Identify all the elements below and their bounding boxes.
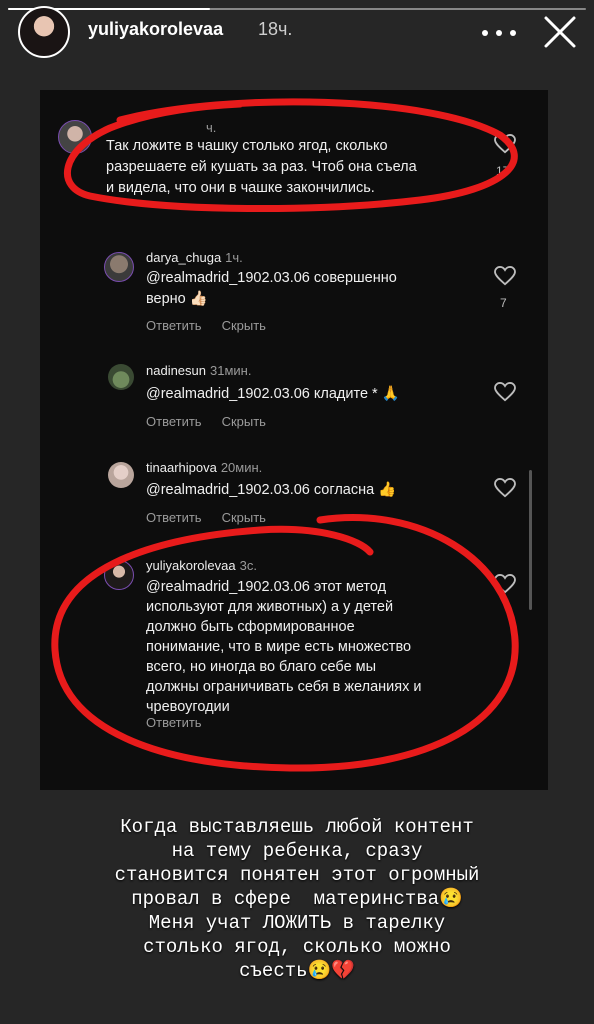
annotation-oval-bottom — [51, 514, 519, 772]
story-caption: Когда выставляешь любой контент на тему … — [114, 816, 480, 982]
annotation-oval-top — [63, 98, 518, 213]
